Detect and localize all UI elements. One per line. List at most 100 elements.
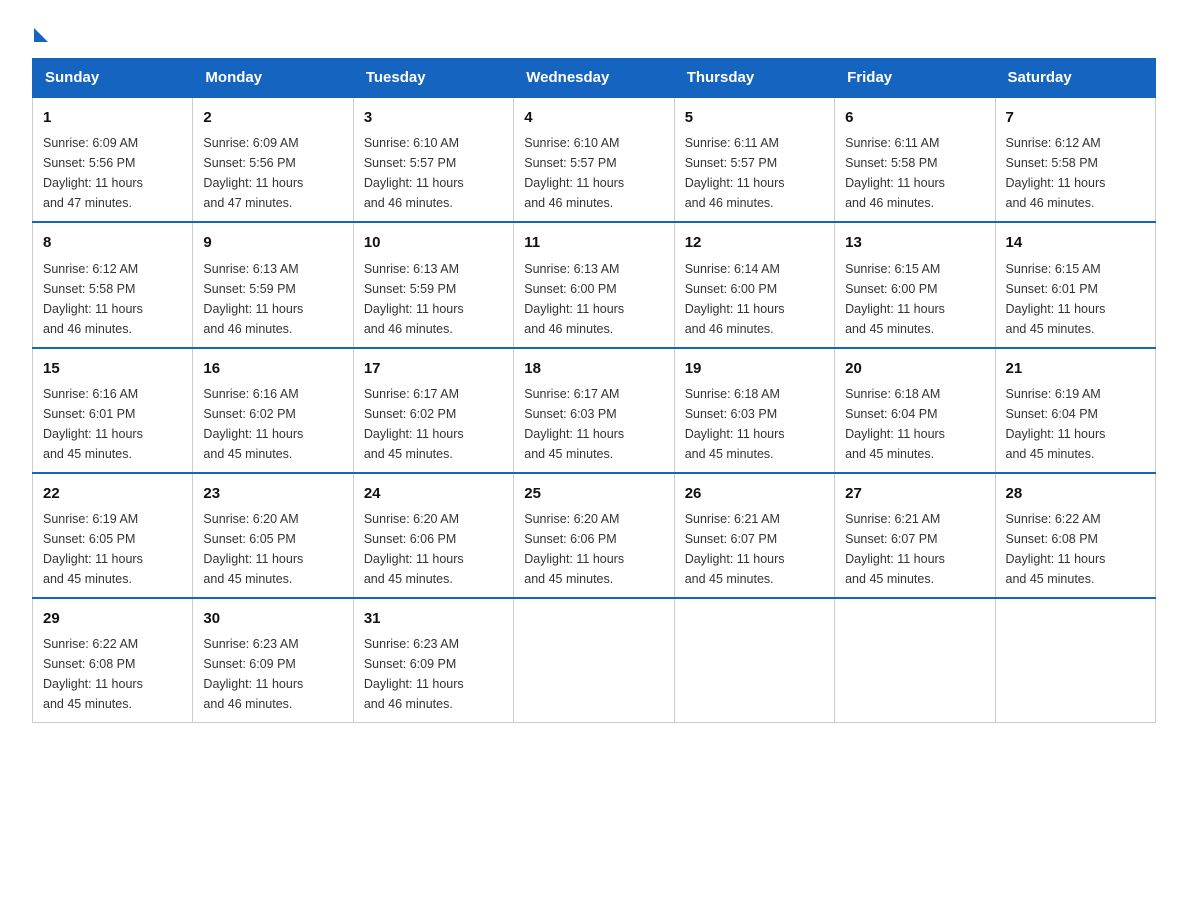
- day-info: Sunrise: 6:12 AMSunset: 5:58 PMDaylight:…: [43, 259, 182, 339]
- day-info: Sunrise: 6:18 AMSunset: 6:04 PMDaylight:…: [845, 384, 984, 464]
- calendar-cell: 13 Sunrise: 6:15 AMSunset: 6:00 PMDayligh…: [835, 222, 995, 347]
- day-number: 13: [845, 231, 984, 254]
- calendar-header-row: SundayMondayTuesdayWednesdayThursdayFrid…: [33, 59, 1156, 98]
- day-number: 1: [43, 106, 182, 129]
- day-number: 16: [203, 357, 342, 380]
- calendar-cell: 1 Sunrise: 6:09 AMSunset: 5:56 PMDaylight…: [33, 97, 193, 222]
- day-number: 23: [203, 482, 342, 505]
- calendar-header-wednesday: Wednesday: [514, 59, 674, 98]
- day-info: Sunrise: 6:10 AMSunset: 5:57 PMDaylight:…: [524, 133, 663, 213]
- calendar-header-saturday: Saturday: [995, 59, 1155, 98]
- day-number: 30: [203, 607, 342, 630]
- day-number: 11: [524, 231, 663, 254]
- day-number: 2: [203, 106, 342, 129]
- day-info: Sunrise: 6:13 AMSunset: 6:00 PMDaylight:…: [524, 259, 663, 339]
- day-number: 28: [1006, 482, 1145, 505]
- day-number: 6: [845, 106, 984, 129]
- calendar-cell: 31Sunrise: 6:23 AMSunset: 6:09 PMDayligh…: [353, 598, 513, 723]
- day-number: 5: [685, 106, 824, 129]
- day-number: 29: [43, 607, 182, 630]
- calendar-cell: 25 Sunrise: 6:20 AMSunset: 6:06 PMDayligh…: [514, 473, 674, 598]
- calendar-header-sunday: Sunday: [33, 59, 193, 98]
- calendar-cell: 18 Sunrise: 6:17 AMSunset: 6:03 PMDayligh…: [514, 348, 674, 473]
- calendar-cell: 10Sunrise: 6:13 AMSunset: 5:59 PMDayligh…: [353, 222, 513, 347]
- day-info: Sunrise: 6:15 AMSunset: 6:01 PMDaylight:…: [1006, 259, 1145, 339]
- calendar-week-row-1: 1 Sunrise: 6:09 AMSunset: 5:56 PMDaylight…: [33, 97, 1156, 222]
- day-info: Sunrise: 6:17 AMSunset: 6:02 PMDaylight:…: [364, 384, 503, 464]
- day-info: Sunrise: 6:19 AMSunset: 6:04 PMDaylight:…: [1006, 384, 1145, 464]
- day-number: 26: [685, 482, 824, 505]
- calendar-cell: 8 Sunrise: 6:12 AMSunset: 5:58 PMDaylight…: [33, 222, 193, 347]
- day-info: Sunrise: 6:20 AMSunset: 6:05 PMDaylight:…: [203, 509, 342, 589]
- day-number: 7: [1006, 106, 1145, 129]
- calendar-cell: 21Sunrise: 6:19 AMSunset: 6:04 PMDayligh…: [995, 348, 1155, 473]
- calendar-header-tuesday: Tuesday: [353, 59, 513, 98]
- day-info: Sunrise: 6:19 AMSunset: 6:05 PMDaylight:…: [43, 509, 182, 589]
- day-number: 24: [364, 482, 503, 505]
- calendar-header-thursday: Thursday: [674, 59, 834, 98]
- calendar-week-row-2: 8 Sunrise: 6:12 AMSunset: 5:58 PMDaylight…: [33, 222, 1156, 347]
- calendar-header-monday: Monday: [193, 59, 353, 98]
- calendar-cell: 16 Sunrise: 6:16 AMSunset: 6:02 PMDayligh…: [193, 348, 353, 473]
- calendar-cell: 28Sunrise: 6:22 AMSunset: 6:08 PMDayligh…: [995, 473, 1155, 598]
- calendar-cell: 12Sunrise: 6:14 AMSunset: 6:00 PMDayligh…: [674, 222, 834, 347]
- day-info: Sunrise: 6:15 AMSunset: 6:00 PMDaylight:…: [845, 259, 984, 339]
- calendar-cell: 22 Sunrise: 6:19 AMSunset: 6:05 PMDayligh…: [33, 473, 193, 598]
- day-number: 10: [364, 231, 503, 254]
- day-number: 14: [1006, 231, 1145, 254]
- day-info: Sunrise: 6:09 AMSunset: 5:56 PMDaylight:…: [43, 133, 182, 213]
- day-number: 8: [43, 231, 182, 254]
- calendar-cell: 15 Sunrise: 6:16 AMSunset: 6:01 PMDayligh…: [33, 348, 193, 473]
- logo: [32, 24, 48, 38]
- calendar-cell: [995, 598, 1155, 723]
- day-info: Sunrise: 6:09 AMSunset: 5:56 PMDaylight:…: [203, 133, 342, 213]
- day-info: Sunrise: 6:13 AMSunset: 5:59 PMDaylight:…: [203, 259, 342, 339]
- page-header: [32, 24, 1156, 38]
- calendar-cell: 26 Sunrise: 6:21 AMSunset: 6:07 PMDayligh…: [674, 473, 834, 598]
- day-info: Sunrise: 6:16 AMSunset: 6:02 PMDaylight:…: [203, 384, 342, 464]
- calendar-week-row-3: 15 Sunrise: 6:16 AMSunset: 6:01 PMDayligh…: [33, 348, 1156, 473]
- day-number: 3: [364, 106, 503, 129]
- calendar-cell: 4 Sunrise: 6:10 AMSunset: 5:57 PMDaylight…: [514, 97, 674, 222]
- calendar-cell: [835, 598, 995, 723]
- day-info: Sunrise: 6:11 AMSunset: 5:58 PMDaylight:…: [845, 133, 984, 213]
- calendar-cell: [674, 598, 834, 723]
- calendar-cell: 7 Sunrise: 6:12 AMSunset: 5:58 PMDaylight…: [995, 97, 1155, 222]
- calendar-cell: 23 Sunrise: 6:20 AMSunset: 6:05 PMDayligh…: [193, 473, 353, 598]
- calendar-cell: 11 Sunrise: 6:13 AMSunset: 6:00 PMDayligh…: [514, 222, 674, 347]
- day-info: Sunrise: 6:22 AMSunset: 6:08 PMDaylight:…: [43, 634, 182, 714]
- calendar-cell: 6 Sunrise: 6:11 AMSunset: 5:58 PMDaylight…: [835, 97, 995, 222]
- day-number: 31: [364, 607, 503, 630]
- logo-triangle-icon: [34, 28, 48, 42]
- day-number: 22: [43, 482, 182, 505]
- calendar-week-row-5: 29 Sunrise: 6:22 AMSunset: 6:08 PMDayligh…: [33, 598, 1156, 723]
- calendar-header-friday: Friday: [835, 59, 995, 98]
- day-info: Sunrise: 6:21 AMSunset: 6:07 PMDaylight:…: [685, 509, 824, 589]
- calendar-cell: 20 Sunrise: 6:18 AMSunset: 6:04 PMDayligh…: [835, 348, 995, 473]
- day-info: Sunrise: 6:23 AMSunset: 6:09 PMDaylight:…: [203, 634, 342, 714]
- calendar-cell: 27Sunrise: 6:21 AMSunset: 6:07 PMDayligh…: [835, 473, 995, 598]
- day-number: 27: [845, 482, 984, 505]
- calendar-cell: 14 Sunrise: 6:15 AMSunset: 6:01 PMDayligh…: [995, 222, 1155, 347]
- calendar-cell: 24Sunrise: 6:20 AMSunset: 6:06 PMDayligh…: [353, 473, 513, 598]
- day-number: 20: [845, 357, 984, 380]
- day-info: Sunrise: 6:18 AMSunset: 6:03 PMDaylight:…: [685, 384, 824, 464]
- calendar-table: SundayMondayTuesdayWednesdayThursdayFrid…: [32, 58, 1156, 723]
- day-info: Sunrise: 6:14 AMSunset: 6:00 PMDaylight:…: [685, 259, 824, 339]
- day-info: Sunrise: 6:12 AMSunset: 5:58 PMDaylight:…: [1006, 133, 1145, 213]
- calendar-cell: 3Sunrise: 6:10 AMSunset: 5:57 PMDaylight…: [353, 97, 513, 222]
- day-number: 18: [524, 357, 663, 380]
- day-number: 25: [524, 482, 663, 505]
- day-number: 19: [685, 357, 824, 380]
- day-number: 4: [524, 106, 663, 129]
- day-number: 15: [43, 357, 182, 380]
- day-info: Sunrise: 6:16 AMSunset: 6:01 PMDaylight:…: [43, 384, 182, 464]
- calendar-cell: 29 Sunrise: 6:22 AMSunset: 6:08 PMDayligh…: [33, 598, 193, 723]
- calendar-cell: 30 Sunrise: 6:23 AMSunset: 6:09 PMDayligh…: [193, 598, 353, 723]
- calendar-week-row-4: 22 Sunrise: 6:19 AMSunset: 6:05 PMDayligh…: [33, 473, 1156, 598]
- calendar-cell: 17Sunrise: 6:17 AMSunset: 6:02 PMDayligh…: [353, 348, 513, 473]
- day-info: Sunrise: 6:20 AMSunset: 6:06 PMDaylight:…: [524, 509, 663, 589]
- day-info: Sunrise: 6:17 AMSunset: 6:03 PMDaylight:…: [524, 384, 663, 464]
- calendar-cell: 2 Sunrise: 6:09 AMSunset: 5:56 PMDaylight…: [193, 97, 353, 222]
- calendar-cell: 9Sunrise: 6:13 AMSunset: 5:59 PMDaylight…: [193, 222, 353, 347]
